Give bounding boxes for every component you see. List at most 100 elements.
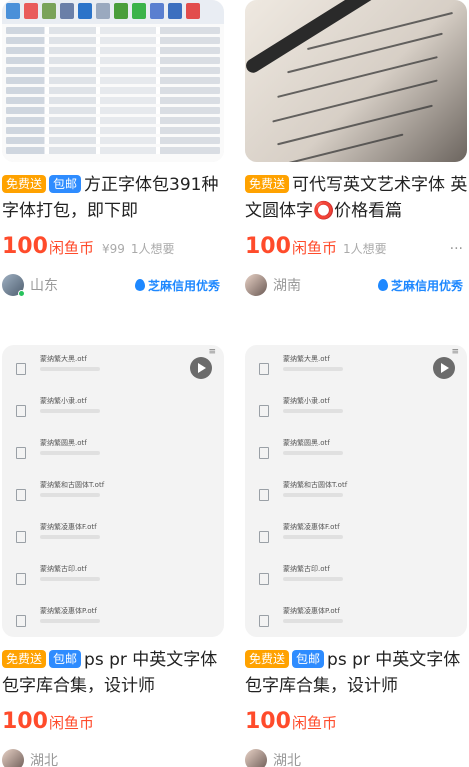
- free-tag: 免费送: [2, 650, 47, 668]
- product-image[interactable]: ≡ 蒙纳繁大黑.otf 蒙纳繁小隶.otf 蒙纳繁圆黑.otf 蒙纳繁和古圆体T…: [245, 345, 467, 637]
- price-row: 100 闲鱼币: [245, 709, 469, 739]
- file-name: 蒙纳繁古印.otf: [40, 565, 87, 573]
- product-card[interactable]: ≡ 蒙纳繁大黑.otf 蒙纳繁小隶.otf 蒙纳繁圆黑.otf 蒙纳繁和古圆体T…: [245, 345, 469, 767]
- seller-row[interactable]: 湖南 芝麻信用优秀: [245, 272, 469, 298]
- file-icon: [259, 405, 269, 417]
- file-name: 蒙纳繁和古圆体T.otf: [283, 481, 348, 489]
- price-unit: 闲鱼币: [291, 714, 337, 732]
- price-row: 100 闲鱼币: [2, 709, 228, 739]
- want-count: 1人想要: [130, 242, 175, 256]
- file-name: 蒙纳繁和古圆体T.otf: [40, 481, 105, 489]
- product-grid: 免费送 包邮 方正字体包391种字体打包，即下即 100 闲鱼币 ¥99 1人想要 …: [0, 0, 469, 767]
- product-title[interactable]: 免费送 可代写英文艺术字体 英文圆体字⭕价格看篇: [245, 172, 469, 224]
- avatar[interactable]: [245, 749, 267, 767]
- price-unit: 闲鱼币: [48, 239, 94, 257]
- list-item: 蒙纳繁大黑.otf: [259, 353, 453, 395]
- file-icon: [16, 447, 26, 459]
- file-icon: [259, 363, 269, 375]
- file-list: 蒙纳繁大黑.otf 蒙纳繁小隶.otf 蒙纳繁圆黑.otf 蒙纳繁和古圆体T.o…: [2, 345, 224, 637]
- price-row: 100 闲鱼币 1人想要 ···: [245, 234, 469, 264]
- seller-city: 湖北: [273, 753, 301, 767]
- list-item: 蒙纳繁凌惠体F.otf: [259, 521, 453, 563]
- product-title[interactable]: 免费送 包邮 ps pr 中英文字体包字库合集，设计师: [2, 647, 226, 699]
- price-unit: 闲鱼币: [48, 714, 94, 732]
- file-name: 蒙纳繁小隶.otf: [283, 397, 330, 405]
- file-icon: [16, 531, 26, 543]
- file-list: 蒙纳繁大黑.otf 蒙纳繁小隶.otf 蒙纳繁圆黑.otf 蒙纳繁和古圆体T.o…: [245, 345, 467, 637]
- list-item: 蒙纳繁圆黑.otf: [16, 437, 210, 479]
- credit-label: 芝麻信用优秀: [390, 278, 463, 293]
- price-unit: 闲鱼币: [291, 239, 337, 257]
- list-item: 蒙纳繁古印.otf: [259, 563, 453, 605]
- file-icon: [16, 363, 26, 375]
- file-name: 蒙纳繁小隶.otf: [40, 397, 87, 405]
- online-dot-icon: [18, 290, 25, 297]
- seller-row[interactable]: 湖北: [2, 747, 228, 767]
- avatar[interactable]: [2, 274, 25, 297]
- list-item: 蒙纳繁和古圆体T.otf: [16, 479, 210, 521]
- list-item: 蒙纳繁圆黑.otf: [259, 437, 453, 479]
- product-title[interactable]: 免费送 包邮 方正字体包391种字体打包，即下即: [2, 172, 226, 224]
- product-card[interactable]: 免费送 包邮 方正字体包391种字体打包，即下即 100 闲鱼币 ¥99 1人想要 …: [2, 0, 228, 298]
- calligraphy-photo: [245, 0, 467, 162]
- list-item: 蒙纳繁古印.otf: [16, 563, 210, 605]
- file-name: 蒙纳繁古印.otf: [283, 565, 330, 573]
- file-name: 蒙纳繁大黑.otf: [40, 355, 87, 363]
- price: 100: [245, 709, 291, 734]
- seller-city: 湖南: [273, 278, 301, 294]
- avatar[interactable]: [245, 274, 267, 296]
- list-item: 蒙纳繁小隶.otf: [259, 395, 453, 437]
- file-icon: [259, 573, 269, 585]
- file-icon: [16, 573, 26, 585]
- file-icon: [259, 447, 269, 459]
- file-icon: [16, 405, 26, 417]
- sesame-credit-icon: [377, 279, 388, 291]
- price-row: 100 闲鱼币 ¥99 1人想要: [2, 234, 228, 264]
- free-tag: 免费送: [245, 175, 290, 193]
- free-shipping-tag: 包邮: [49, 650, 82, 668]
- want-count: 1人想要: [342, 242, 387, 256]
- price: 100: [2, 709, 48, 734]
- price: 100: [245, 234, 291, 259]
- free-tag: 免费送: [245, 650, 290, 668]
- list-item: 蒙纳繁和古圆体T.otf: [259, 479, 453, 521]
- seller-row[interactable]: 湖北: [245, 747, 469, 767]
- free-shipping-tag: 包邮: [49, 175, 82, 193]
- product-card[interactable]: 免费送 可代写英文艺术字体 英文圆体字⭕价格看篇 100 闲鱼币 1人想要 ···…: [245, 0, 469, 298]
- free-tag: 免费送: [2, 175, 47, 193]
- list-item: 蒙纳繁小隶.otf: [16, 395, 210, 437]
- file-name: 蒙纳繁凌惠体F.otf: [40, 523, 97, 531]
- product-card[interactable]: ≡ 蒙纳繁大黑.otf 蒙纳繁小隶.otf 蒙纳繁圆黑.otf 蒙纳繁和古圆体T…: [2, 345, 228, 767]
- seller-city: 山东: [30, 278, 58, 294]
- avatar[interactable]: [2, 749, 24, 767]
- app-toolbar: [2, 0, 224, 24]
- file-icon: [259, 615, 269, 627]
- file-name: 蒙纳繁圆黑.otf: [283, 439, 330, 447]
- file-name: 蒙纳繁凌惠体P.otf: [40, 607, 97, 615]
- file-icon: [259, 531, 269, 543]
- more-options-icon[interactable]: ···: [450, 241, 463, 257]
- file-name: 蒙纳繁圆黑.otf: [40, 439, 87, 447]
- credit-badge: 芝麻信用优秀: [377, 277, 463, 294]
- product-image[interactable]: [245, 0, 467, 162]
- product-title[interactable]: 免费送 包邮 ps pr 中英文字体包字库合集，设计师: [245, 647, 469, 699]
- product-image[interactable]: ≡ 蒙纳繁大黑.otf 蒙纳繁小隶.otf 蒙纳繁圆黑.otf 蒙纳繁和古圆体T…: [2, 345, 224, 637]
- list-item: 蒙纳繁凌惠体F.otf: [16, 521, 210, 563]
- file-icon: [16, 489, 26, 501]
- credit-label: 芝麻信用优秀: [147, 278, 220, 293]
- file-name: 蒙纳繁大黑.otf: [283, 355, 330, 363]
- file-name: 蒙纳繁凌惠体F.otf: [283, 523, 340, 531]
- product-image[interactable]: [2, 0, 224, 162]
- credit-badge: 芝麻信用优秀: [134, 277, 220, 294]
- list-item: 蒙纳繁凌惠体P.otf: [259, 605, 453, 637]
- list-item: 蒙纳繁大黑.otf: [16, 353, 210, 395]
- sesame-credit-icon: [134, 279, 145, 291]
- file-name: 蒙纳繁凌惠体P.otf: [283, 607, 340, 615]
- original-price: ¥99: [101, 242, 125, 256]
- spreadsheet-thumbnail: [2, 0, 224, 162]
- list-item: 蒙纳繁凌惠体P.otf: [16, 605, 210, 637]
- file-icon: [259, 489, 269, 501]
- free-shipping-tag: 包邮: [292, 650, 325, 668]
- seller-row[interactable]: 山东 芝麻信用优秀: [2, 272, 228, 298]
- file-icon: [16, 615, 26, 627]
